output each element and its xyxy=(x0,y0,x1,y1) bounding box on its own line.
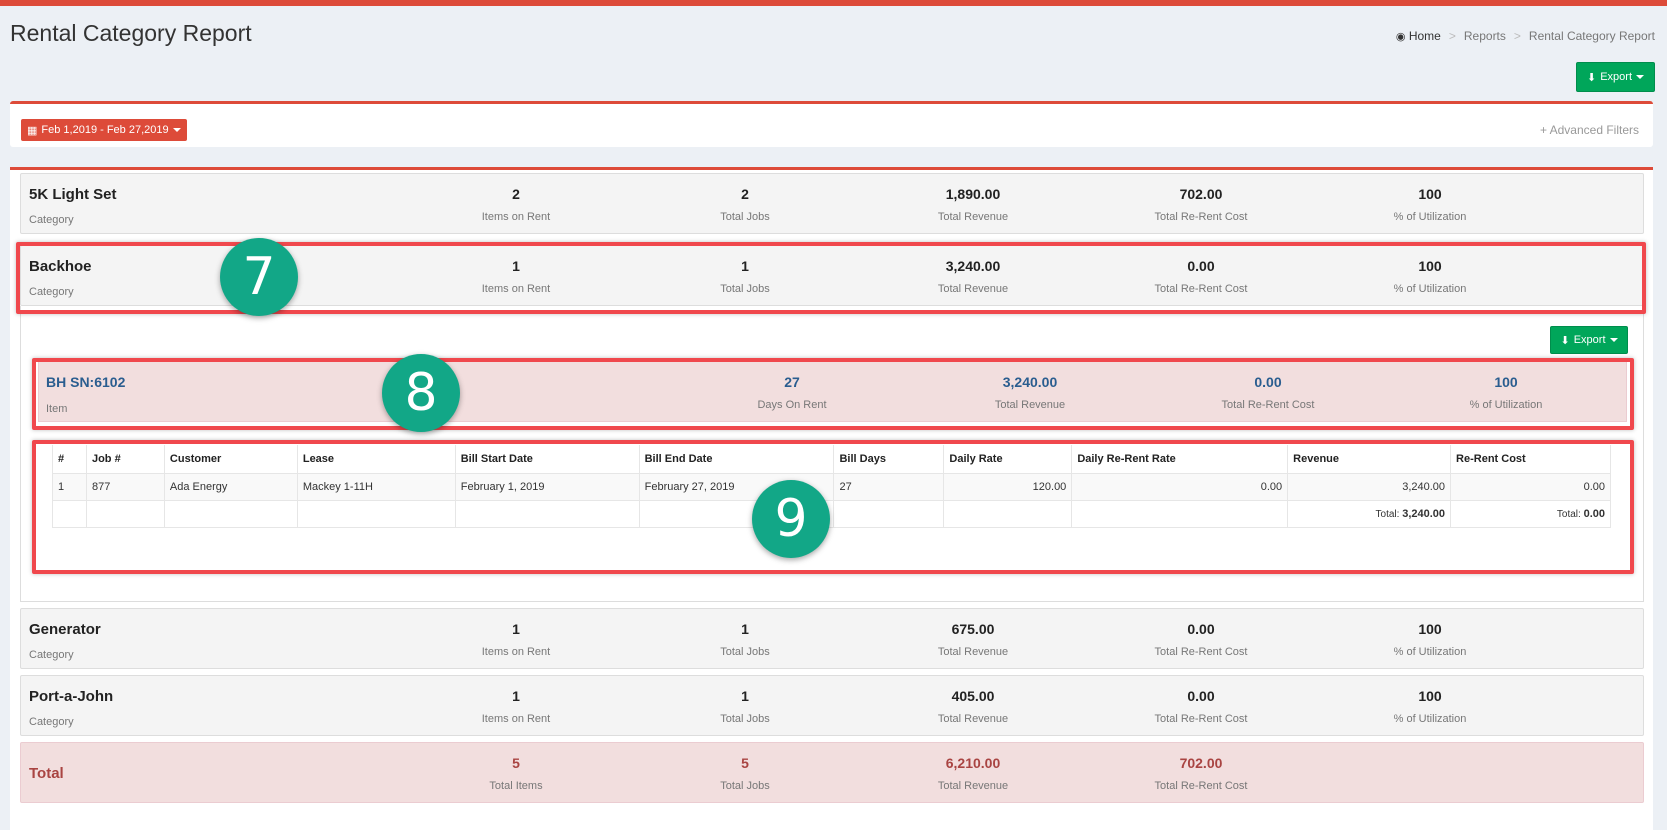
advanced-filters-label: Advanced Filters xyxy=(1549,123,1639,137)
stat-items-on-rent: 1 Items on Rent xyxy=(481,688,551,725)
stat-utilization: 100% of Utilization xyxy=(1393,688,1467,725)
annotation-badge-7: 7 xyxy=(220,238,298,316)
plus-icon: + xyxy=(1539,123,1547,137)
calendar-icon: ▦ xyxy=(27,124,38,137)
export-button[interactable]: ⬇ Export xyxy=(1576,62,1655,92)
annotation-badge-9: 9 xyxy=(752,480,830,558)
annotation-badge-8: 8 xyxy=(382,354,460,432)
stat-rerent-cost: 0.00 Total Re-Rent Cost xyxy=(1154,621,1248,658)
advanced-filters-link[interactable]: + Advanced Filters xyxy=(1540,123,1639,137)
breadcrumb-separator: > xyxy=(1448,29,1456,43)
caret-down-icon xyxy=(1636,75,1645,79)
page-title: Rental Category Report xyxy=(10,20,252,46)
stat-utilization: 100% of Utilization xyxy=(1393,621,1467,658)
category-name: 5K Light Set xyxy=(29,186,117,203)
total-row: Total 5 Total Items 5 Total Jobs 6,210.00 T… xyxy=(20,742,1644,803)
breadcrumb-separator: > xyxy=(1513,29,1521,43)
dashboard-icon: ◉ xyxy=(1395,31,1406,43)
stat-utilization: 100% of Utilization xyxy=(1393,186,1467,223)
stat-total-revenue: 6,210.00 Total Revenue xyxy=(937,755,1009,792)
stat-total-revenue: 405.00 Total Revenue xyxy=(937,688,1009,725)
annotation-box-9 xyxy=(32,440,1634,574)
caret-down-icon xyxy=(1609,338,1618,342)
stat-total-jobs: 1 Total Jobs xyxy=(720,688,770,725)
category-row-port-a-john[interactable]: Port-a-John Category 1 Items on Rent 1 Tot… xyxy=(20,675,1644,736)
annotation-box-8 xyxy=(32,358,1634,430)
breadcrumb-home-label: Home xyxy=(1408,29,1441,43)
stat-items-on-rent: 1 Items on Rent xyxy=(481,621,551,658)
caret-down-icon xyxy=(172,128,181,132)
filter-bar: ▦ Feb 1,2019 - Feb 27,2019 + Advanced Fi… xyxy=(10,101,1653,147)
category-row-5k-light-set[interactable]: 5K Light Set Category 2 Items on Rent 2 To… xyxy=(20,173,1644,234)
export-label: Export xyxy=(1573,334,1606,346)
export-label: Export xyxy=(1600,71,1633,83)
date-range-label: Feb 1,2019 - Feb 27,2019 xyxy=(41,124,169,136)
category-row-generator[interactable]: Generator Category 1 Items on Rent 1 Total… xyxy=(20,608,1644,669)
stat-total-jobs: 1 Total Jobs xyxy=(720,621,770,658)
category-sub: Category xyxy=(29,649,74,661)
total-label: Total xyxy=(29,765,64,782)
stat-total-jobs: 5 Total Jobs xyxy=(720,755,770,792)
stat-items-on-rent: 2 Items on Rent xyxy=(481,186,551,223)
breadcrumb: ◉ Home > Reports > Rental Category Repor… xyxy=(1396,29,1655,43)
category-sub: Category xyxy=(29,716,74,728)
stat-total-jobs: 2 Total Jobs xyxy=(720,186,770,223)
breadcrumb-current: Rental Category Report xyxy=(1528,29,1655,43)
stat-rerent-cost: 0.00 Total Re-Rent Cost xyxy=(1154,688,1248,725)
detail-export-button[interactable]: ⬇ Export xyxy=(1550,326,1628,354)
category-name: Generator xyxy=(29,621,101,638)
breadcrumb-reports[interactable]: Reports xyxy=(1464,29,1506,43)
category-sub: Category xyxy=(29,214,74,226)
stat-total-revenue: 675.00 Total Revenue xyxy=(937,621,1009,658)
date-range-button[interactable]: ▦ Feb 1,2019 - Feb 27,2019 xyxy=(21,119,187,141)
breadcrumb-home[interactable]: ◉ Home xyxy=(1396,29,1441,43)
stat-rerent-cost: 702.00 Total Re-Rent Cost xyxy=(1154,186,1248,223)
stat-total-items: 5 Total Items xyxy=(489,755,543,792)
top-accent-bar xyxy=(0,0,1667,6)
category-name: Port-a-John xyxy=(29,688,114,705)
stat-total-revenue: 1,890.00 Total Revenue xyxy=(937,186,1009,223)
stat-rerent-cost: 702.00 Total Re-Rent Cost xyxy=(1154,755,1248,792)
download-icon: ⬇ xyxy=(1587,71,1597,84)
download-icon: ⬇ xyxy=(1560,334,1570,347)
